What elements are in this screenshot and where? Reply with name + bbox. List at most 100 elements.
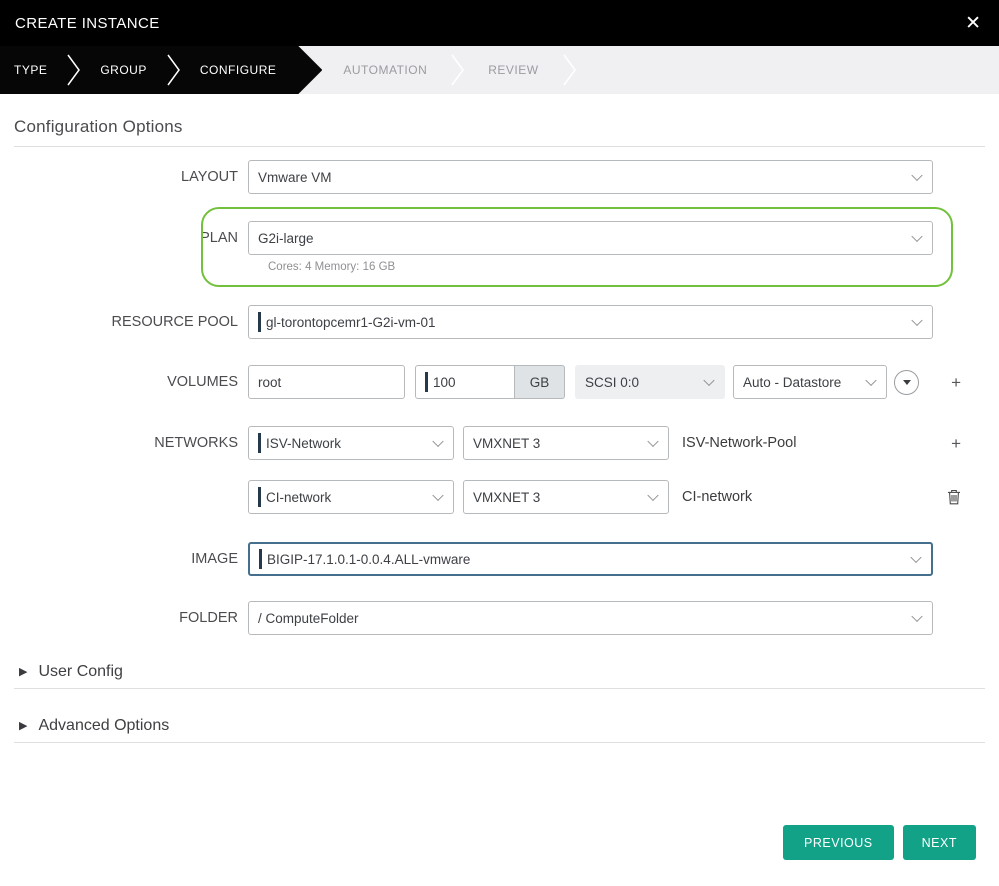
chevron-down-icon <box>432 436 443 447</box>
network-adapter-value: VMXNET 3 <box>473 490 540 505</box>
network-adapter-value: VMXNET 3 <box>473 436 540 451</box>
chevron-down-icon <box>647 490 658 501</box>
volumes-row: VOLUMES root 100 GB SCSI 0:0 Auto - Dat <box>14 365 985 399</box>
plan-group: PLAN G2i-large Cores: 4 Memory: 16 GB <box>14 207 985 287</box>
folder-row: FOLDER / ComputeFolder <box>14 601 985 635</box>
text-cursor <box>258 433 261 453</box>
volume-name-value: root <box>258 375 281 390</box>
resource-pool-label: RESOURCE POOL <box>14 314 248 330</box>
networks-label: NETWORKS <box>14 435 248 451</box>
plan-select[interactable]: G2i-large <box>248 221 933 255</box>
image-select[interactable]: BIGIP-17.1.0.1-0.0.4.ALL-vmware <box>248 542 933 576</box>
step-configure[interactable]: CONFIGURE <box>200 63 277 77</box>
folder-value: / ComputeFolder <box>258 611 359 626</box>
layout-label: LAYOUT <box>14 169 248 185</box>
chevron-right-icon <box>166 53 181 87</box>
text-cursor <box>425 372 428 392</box>
resource-pool-select[interactable]: gl-torontopcemr1-G2i-vm-01 <box>248 305 933 339</box>
volume-options-expand-button[interactable] <box>894 370 919 395</box>
image-label: IMAGE <box>14 551 248 567</box>
plan-label: PLAN <box>14 230 248 246</box>
network-select[interactable]: ISV-Network <box>248 426 454 460</box>
divider <box>14 146 985 147</box>
layout-row: LAYOUT Vmware VM <box>14 160 985 194</box>
previous-button[interactable]: PREVIOUS <box>783 825 894 860</box>
step-review[interactable]: REVIEW <box>488 63 538 77</box>
volumes-label: VOLUMES <box>14 374 248 390</box>
volume-size-value: 100 <box>433 375 456 390</box>
text-cursor <box>258 312 261 332</box>
chevron-down-icon <box>703 375 714 386</box>
chevron-down-icon <box>865 375 876 386</box>
network-value: CI-network <box>266 490 331 505</box>
folder-select[interactable]: / ComputeFolder <box>248 601 933 635</box>
advanced-options-toggle[interactable]: ▶ Advanced Options <box>14 715 985 737</box>
network-row: CI-network VMXNET 3 CI-network <box>14 480 985 514</box>
chevron-down-icon <box>911 170 922 181</box>
next-button[interactable]: NEXT <box>903 825 976 860</box>
layout-select[interactable]: Vmware VM <box>248 160 933 194</box>
image-value: BIGIP-17.1.0.1-0.0.4.ALL-vmware <box>267 552 470 567</box>
chevron-down-icon <box>911 231 922 242</box>
network-row: NETWORKS ISV-Network VMXNET 3 ISV-Networ… <box>14 426 985 460</box>
chevron-down-icon <box>911 315 922 326</box>
volume-controller-value: SCSI 0:0 <box>585 375 639 390</box>
volume-size-group: 100 GB <box>415 365 565 399</box>
plan-row: PLAN G2i-large <box>14 221 985 255</box>
text-cursor <box>259 549 262 569</box>
network-adapter-select[interactable]: VMXNET 3 <box>463 480 669 514</box>
modal-titlebar: CREATE INSTANCE ✕ <box>0 0 999 46</box>
network-value: ISV-Network <box>266 436 341 451</box>
chevron-down-icon <box>432 490 443 501</box>
chevron-right-icon <box>562 53 577 87</box>
user-config-label: User Config <box>38 663 122 681</box>
advanced-options-label: Advanced Options <box>38 717 169 735</box>
wizard-footer: PREVIOUS NEXT <box>14 825 985 860</box>
plan-details: Cores: 4 Memory: 16 GB <box>268 261 985 277</box>
add-network-button[interactable]: + <box>951 435 961 452</box>
network-select[interactable]: CI-network <box>248 480 454 514</box>
text-cursor <box>258 487 261 507</box>
resource-pool-value: gl-torontopcemr1-G2i-vm-01 <box>266 315 436 330</box>
resource-pool-row: RESOURCE POOL gl-torontopcemr1-G2i-vm-01 <box>14 305 985 339</box>
close-icon[interactable]: ✕ <box>965 14 981 33</box>
chevron-down-icon <box>910 552 921 563</box>
network-adapter-select[interactable]: VMXNET 3 <box>463 426 669 460</box>
delete-network-button[interactable] <box>947 489 961 505</box>
page-title: Configuration Options <box>14 117 985 137</box>
volume-size-input[interactable]: 100 <box>415 365 515 399</box>
configure-step-content: Configuration Options LAYOUT Vmware VM P… <box>0 117 999 860</box>
caret-down-icon <box>903 380 911 385</box>
wizard-steps: TYPE GROUP CONFIGURE AUTOMATION REVIEW <box>0 46 999 94</box>
wizard-steps-completed-segment: TYPE GROUP CONFIGURE <box>0 46 322 94</box>
wizard-steps-upcoming-segment: AUTOMATION REVIEW <box>343 46 576 94</box>
chevron-down-icon <box>647 436 658 447</box>
volume-name-input[interactable]: root <box>248 365 405 399</box>
caret-right-icon: ▶ <box>19 667 27 678</box>
plan-value: G2i-large <box>258 231 314 246</box>
chevron-right-icon <box>66 53 81 87</box>
user-config-toggle[interactable]: ▶ User Config <box>14 661 985 683</box>
network-pool-text: ISV-Network-Pool <box>682 435 796 451</box>
divider <box>14 742 985 743</box>
network-pool-text: CI-network <box>682 489 752 505</box>
volume-datastore-select[interactable]: Auto - Datastore <box>733 365 887 399</box>
trash-icon <box>947 489 961 505</box>
divider <box>14 688 985 689</box>
caret-right-icon: ▶ <box>19 721 27 732</box>
create-instance-modal: CREATE INSTANCE ✕ TYPE GROUP CONFIGURE A… <box>0 0 999 886</box>
configuration-form: LAYOUT Vmware VM PLAN G2i-large Cores: 4… <box>14 160 985 635</box>
add-volume-button[interactable]: + <box>951 374 961 391</box>
step-group[interactable]: GROUP <box>100 63 147 77</box>
step-type[interactable]: TYPE <box>14 63 47 77</box>
volume-datastore-value: Auto - Datastore <box>743 375 841 390</box>
layout-value: Vmware VM <box>258 170 332 185</box>
folder-label: FOLDER <box>14 610 248 626</box>
chevron-down-icon <box>911 611 922 622</box>
image-row: IMAGE BIGIP-17.1.0.1-0.0.4.ALL-vmware <box>14 542 985 576</box>
modal-title: CREATE INSTANCE <box>15 15 160 32</box>
volume-controller-select[interactable]: SCSI 0:0 <box>575 365 725 399</box>
step-automation[interactable]: AUTOMATION <box>343 63 427 77</box>
chevron-right-icon <box>450 53 465 87</box>
volume-unit-addon: GB <box>515 365 565 399</box>
